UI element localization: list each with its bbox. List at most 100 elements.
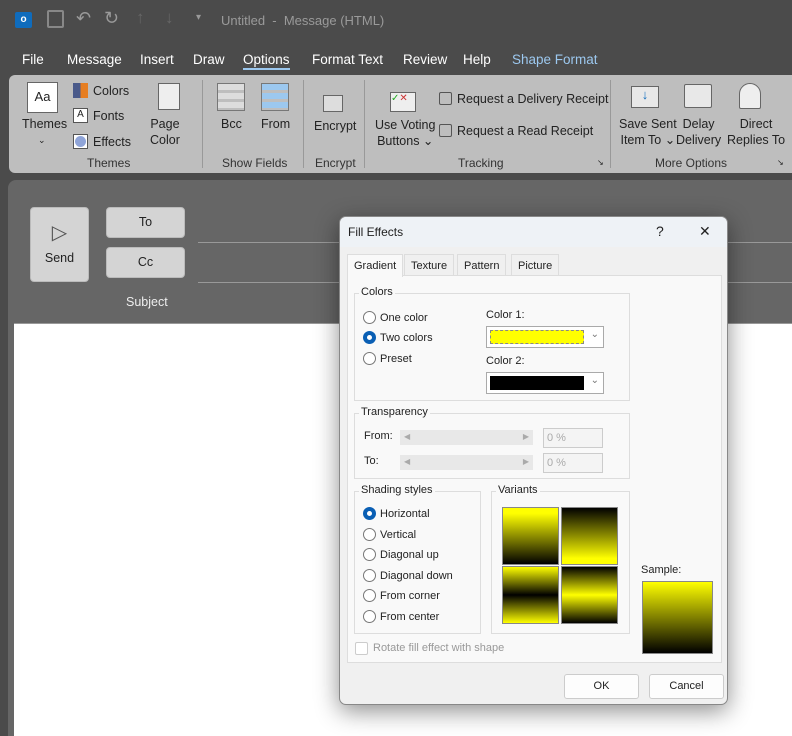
effects-button[interactable]: Effects [93,134,131,150]
sample-preview [642,581,713,654]
save-sent-item-button[interactable]: Save Sent Item To ⌄ [619,116,677,148]
shading-legend: Shading styles [359,484,435,496]
from-label: From: [364,430,393,442]
dialog-launcher-icon[interactable]: ↘ [597,158,604,167]
tab-file[interactable]: File [22,52,44,67]
tab-help[interactable]: Help [463,52,491,67]
from-icon [261,83,289,111]
to-slider[interactable]: ◀ ▶ [400,455,533,470]
radio-diagonal-up[interactable]: Diagonal up [363,548,439,561]
tab-gradient[interactable]: Gradient [347,254,404,277]
variant-1[interactable] [502,507,559,565]
window-title: Untitled - Message (HTML) [221,13,385,28]
delay-delivery-button[interactable]: Delay Delivery [676,116,721,148]
to-button[interactable]: To [106,207,185,238]
radio-vertical[interactable]: Vertical [363,528,416,541]
rotate-checkbox[interactable] [355,642,368,655]
direct-replies-button[interactable]: Direct Replies To [727,116,785,148]
variant-3[interactable] [502,566,559,624]
voting-buttons-button[interactable]: Use Voting Buttons ⌄ [375,117,435,149]
customize-qat-icon[interactable]: ▾ [196,12,201,23]
fonts-button[interactable]: Fonts [93,108,124,124]
variants-legend: Variants [496,484,540,496]
themes-button[interactable]: Themes [22,116,67,132]
undo-icon[interactable]: ↶ [76,8,91,29]
from-spinner[interactable]: 0 % [543,428,603,448]
rotate-label: Rotate fill effect with shape [373,642,505,654]
variant-2[interactable] [561,507,618,565]
radio-button[interactable] [363,528,376,541]
radio-button[interactable] [363,610,376,623]
radio-button[interactable] [363,311,376,324]
radio-horizontal[interactable]: Horizontal [363,507,430,520]
tab-message[interactable]: Message [67,52,122,67]
from-button[interactable]: From [261,116,290,132]
group-label-encrypt: Encrypt [315,156,356,170]
group-label-tracking: Tracking [458,156,504,170]
tab-pattern[interactable]: Pattern [457,254,507,276]
direct-label-1: Direct [739,117,773,131]
send-icon: ▷ [51,222,68,244]
radio-button[interactable] [363,507,376,520]
tab-options[interactable]: Options [243,52,290,70]
variant-4[interactable] [561,566,618,624]
delivery-receipt-checkbox[interactable] [439,92,452,105]
tab-picture[interactable]: Picture [511,254,560,276]
radio-one-color[interactable]: One color [363,311,428,324]
color2-dropdown[interactable]: ⌄ [486,372,604,394]
close-button[interactable]: ✕ [699,223,711,240]
colors-group: Colors One color Two colors Preset Color… [354,286,630,401]
radio-button[interactable] [363,589,376,602]
encrypt-button[interactable]: Encrypt [314,118,356,134]
radio-diagonal-down[interactable]: Diagonal down [363,569,453,582]
up-arrow-icon[interactable]: ↑ [136,8,145,28]
radio-preset[interactable]: Preset [363,352,412,365]
redo-icon[interactable]: ↻ [104,8,119,29]
save-sent-folder-icon: ↓ [631,86,659,108]
radio-label: Diagonal up [380,548,439,561]
ok-button[interactable]: OK [564,674,639,699]
radio-two-colors[interactable]: Two colors [363,331,433,344]
shading-styles-group: Shading styles Horizontal Vertical Diago… [354,484,481,634]
radio-label: Diagonal down [380,569,453,582]
chevron-down-icon: ⌄ [590,375,599,386]
down-arrow-icon[interactable]: ↓ [165,8,174,28]
color1-dropdown[interactable]: ⌄ [486,326,604,348]
radio-button[interactable] [363,548,376,561]
send-button[interactable]: ▷ Send [30,207,89,282]
group-label-themes: Themes [87,156,131,170]
to-spinner[interactable]: 0 % [543,453,603,473]
tab-shape-format[interactable]: Shape Format [512,52,598,67]
bcc-button[interactable]: Bcc [221,116,242,132]
page-color-icon [158,83,180,110]
tab-texture[interactable]: Texture [404,254,455,276]
radio-label: From corner [380,589,440,602]
divider [610,80,611,168]
variants-group: Variants [491,484,630,634]
radio-button[interactable] [363,352,376,365]
radio-button[interactable] [363,569,376,582]
page-color-button[interactable]: Page Color [150,116,180,148]
read-receipt-checkbox[interactable] [439,124,452,137]
tab-draw[interactable]: Draw [193,52,225,67]
from-slider[interactable]: ◀ ▶ [400,430,533,445]
color2-swatch [490,376,584,390]
tab-format-text[interactable]: Format Text [312,52,383,67]
colors-button[interactable]: Colors [93,83,129,99]
lock-icon [323,95,343,112]
gradient-panel: Colors One color Two colors Preset Color… [347,275,722,663]
help-button[interactable]: ? [656,223,664,239]
radio-button[interactable] [363,331,376,344]
voting-icon: ✓✕ [390,92,416,112]
cc-button[interactable]: Cc [106,247,185,278]
dialog-title: Fill Effects [348,225,404,239]
tab-insert[interactable]: Insert [140,52,174,67]
radio-label: Preset [380,352,412,365]
save-icon[interactable] [47,10,64,28]
cancel-button[interactable]: Cancel [649,674,724,699]
radio-from-center[interactable]: From center [363,610,439,623]
radio-from-corner[interactable]: From corner [363,589,440,602]
tab-review[interactable]: Review [403,52,447,67]
voting-label-1: Use Voting [375,118,436,132]
dialog-launcher-icon[interactable]: ↘ [777,158,784,167]
